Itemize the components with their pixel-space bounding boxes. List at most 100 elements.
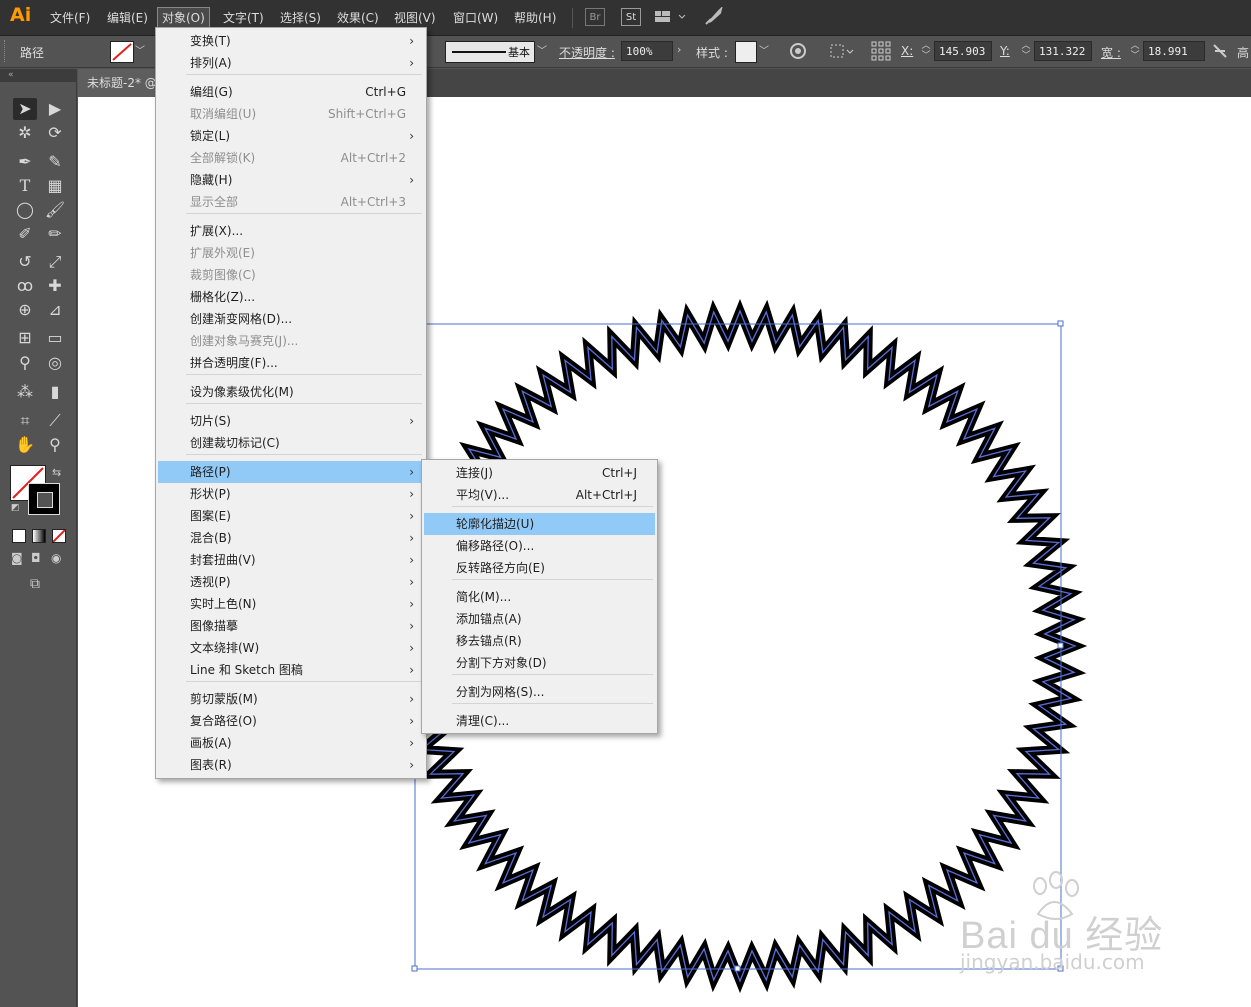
- pen-tool-icon[interactable]: ✒: [13, 151, 37, 173]
- graph-tool-icon[interactable]: ▮: [43, 381, 67, 403]
- blend-tool-icon[interactable]: ◎: [43, 352, 67, 374]
- menu-item-image-trace[interactable]: 图像描摹 ›: [158, 615, 424, 637]
- submenu-item-clean-up[interactable]: 清理(C)...: [424, 710, 655, 732]
- watermark-url: jingyan.baidu.com: [960, 950, 1145, 974]
- color-mode-icon[interactable]: [12, 529, 26, 543]
- menu-item-graph[interactable]: 图表(R) ›: [158, 754, 424, 776]
- selection-handle: [411, 965, 418, 972]
- magic-wand-tool-icon[interactable]: ✲: [13, 122, 37, 144]
- menu-item-label: 文本绕排(W): [190, 641, 260, 655]
- gradient-tool-icon[interactable]: ▭: [43, 327, 67, 349]
- menu-item-rasterize[interactable]: 栅格化(Z)...: [158, 286, 424, 308]
- menu-separator: [186, 681, 422, 682]
- zoom-tool-icon[interactable]: ⚲: [43, 434, 67, 456]
- menu-item-shortcut: Ctrl+J: [602, 466, 637, 480]
- menu-item-create-trim-marks[interactable]: 创建裁切标记(C): [158, 432, 424, 454]
- menu-separator: [186, 74, 422, 75]
- gradient-mode-icon[interactable]: [32, 529, 46, 543]
- menu-item-artboards[interactable]: 画板(A) ›: [158, 732, 424, 754]
- hand-tool-icon[interactable]: ✋: [13, 434, 37, 456]
- menu-item-live-paint[interactable]: 实时上色(N) ›: [158, 593, 424, 615]
- menu-item-create-gradient-mesh[interactable]: 创建渐变网格(D)...: [158, 308, 424, 330]
- menu-item-hide[interactable]: 隐藏(H) ›: [158, 169, 424, 191]
- mesh-tool-icon[interactable]: ⊞: [13, 327, 37, 349]
- eyedropper-tool-icon[interactable]: ⚲: [13, 352, 37, 374]
- submenu-item-simplify[interactable]: 简化(M)...: [424, 586, 655, 608]
- submenu-arrow-icon: ›: [409, 34, 414, 48]
- menu-item-slice[interactable]: 切片(S) ›: [158, 410, 424, 432]
- menu-separator: [452, 506, 653, 507]
- curvature-tool-icon[interactable]: ✎: [43, 151, 67, 173]
- menu-item-path[interactable]: 路径(P) ›: [158, 461, 424, 483]
- menu-item-flatten-transparency[interactable]: 拼合透明度(F)...: [158, 352, 424, 374]
- submenu-item-join[interactable]: 连接(J) Ctrl+J: [424, 462, 655, 484]
- menu-item-expand-appearance[interactable]: 扩展外观(E): [158, 242, 424, 264]
- menu-item-label: 取消编组(U): [190, 107, 257, 121]
- rotate-tool-icon[interactable]: ↺: [13, 251, 37, 273]
- draw-normal-icon[interactable]: ◙: [11, 551, 23, 565]
- menu-item-make-pixel-perfect[interactable]: 设为像素级优化(M): [158, 381, 424, 403]
- puppet-warp-tool-icon[interactable]: ✚: [43, 275, 67, 297]
- submenu-item-divide-objects-below[interactable]: 分割下方对象(D): [424, 652, 655, 674]
- menu-item-label: 添加锚点(A): [456, 612, 522, 626]
- paintbrush-tool-icon[interactable]: 🖌: [43, 199, 67, 221]
- shape-builder-tool-icon[interactable]: ⊕: [13, 299, 37, 321]
- menu-separator: [452, 703, 653, 704]
- menu-item-crop-image[interactable]: 裁剪图像(C): [158, 264, 424, 286]
- submenu-arrow-icon: ›: [409, 575, 414, 589]
- grid-tool-icon[interactable]: ▦: [43, 175, 67, 197]
- menu-item-unlock-all[interactable]: 全部解锁(K) Alt+Ctrl+2: [158, 147, 424, 169]
- submenu-item-split-into-grid[interactable]: 分割为网格(S)...: [424, 681, 655, 703]
- type-tool-icon[interactable]: T: [13, 175, 37, 197]
- default-colors-icon[interactable]: ◩: [11, 503, 20, 513]
- submenu-item-outline-stroke[interactable]: 轮廓化描边(U): [424, 513, 655, 535]
- scale-tool-icon[interactable]: ⤢: [43, 251, 67, 273]
- warp-tool-icon[interactable]: ꝏ: [13, 275, 37, 297]
- lasso-tool-icon[interactable]: ⟳: [43, 122, 67, 144]
- submenu-item-remove-anchor-points[interactable]: 移去锚点(R): [424, 630, 655, 652]
- menu-item-line-and-sketch-art[interactable]: Line 和 Sketch 图稿 ›: [158, 659, 424, 681]
- direct-selection-tool-icon[interactable]: ▶: [43, 98, 67, 120]
- perspective-grid-tool-icon[interactable]: ⊿: [43, 299, 67, 321]
- selection-tool-icon[interactable]: ➤: [13, 98, 37, 120]
- draw-behind-icon[interactable]: ◘: [31, 551, 41, 565]
- none-mode-icon[interactable]: [52, 529, 66, 543]
- menu-item-blend[interactable]: 混合(B) ›: [158, 527, 424, 549]
- menu-item-compound-path[interactable]: 复合路径(O) ›: [158, 710, 424, 732]
- submenu-item-reverse-path-direction[interactable]: 反转路径方向(E): [424, 557, 655, 579]
- menu-item-create-object-mosaic[interactable]: 创建对象马赛克(J)...: [158, 330, 424, 352]
- menu-item-perspective[interactable]: 透视(P) ›: [158, 571, 424, 593]
- submenu-item-offset-path[interactable]: 偏移路径(O)...: [424, 535, 655, 557]
- menu-item-shape[interactable]: 形状(P) ›: [158, 483, 424, 505]
- menu-separator: [186, 213, 422, 214]
- menu-item-expand[interactable]: 扩展(X)...: [158, 220, 424, 242]
- menu-item-arrange[interactable]: 排列(A) ›: [158, 52, 424, 74]
- swap-colors-icon[interactable]: ⇆: [52, 466, 61, 479]
- menu-item-group[interactable]: 编组(G) Ctrl+G: [158, 81, 424, 103]
- draw-inside-icon[interactable]: ◉: [51, 551, 61, 565]
- menu-item-transform[interactable]: 变换(T) ›: [158, 30, 424, 52]
- submenu-arrow-icon: ›: [409, 553, 414, 567]
- eraser-tool-icon[interactable]: ✏: [43, 223, 67, 245]
- menu-item-shortcut: Ctrl+G: [365, 85, 406, 99]
- stroke-color-icon[interactable]: [28, 483, 60, 515]
- menu-item-clipping-mask[interactable]: 剪切蒙版(M) ›: [158, 688, 424, 710]
- ellipse-tool-icon[interactable]: ◯: [13, 199, 37, 221]
- menu-item-label: 创建对象马赛克(J)...: [190, 334, 299, 348]
- menu-item-text-wrap[interactable]: 文本绕排(W) ›: [158, 637, 424, 659]
- artboard-tool-icon[interactable]: ⌗: [13, 410, 37, 432]
- menu-item-ungroup[interactable]: 取消编组(U) Shift+Ctrl+G: [158, 103, 424, 125]
- submenu-arrow-icon: ›: [409, 736, 414, 750]
- shaper-tool-icon[interactable]: ✐: [13, 223, 37, 245]
- menu-item-lock[interactable]: 锁定(L) ›: [158, 125, 424, 147]
- slice-tool-icon[interactable]: ⟋: [43, 410, 67, 432]
- menu-item-pattern[interactable]: 图案(E) ›: [158, 505, 424, 527]
- submenu-item-add-anchor-points[interactable]: 添加锚点(A): [424, 608, 655, 630]
- submenu-item-average[interactable]: 平均(V)... Alt+Ctrl+J: [424, 484, 655, 506]
- menu-item-label: 清理(C)...: [456, 714, 510, 728]
- menu-item-show-all[interactable]: 显示全部 Alt+Ctrl+3: [158, 191, 424, 213]
- screen-mode-icon[interactable]: ⧉: [30, 576, 40, 592]
- menu-item-envelope-distort[interactable]: 封套扭曲(V) ›: [158, 549, 424, 571]
- menu-item-label: 平均(V)...: [456, 488, 510, 502]
- symbol-sprayer-tool-icon[interactable]: ⁂: [13, 381, 37, 403]
